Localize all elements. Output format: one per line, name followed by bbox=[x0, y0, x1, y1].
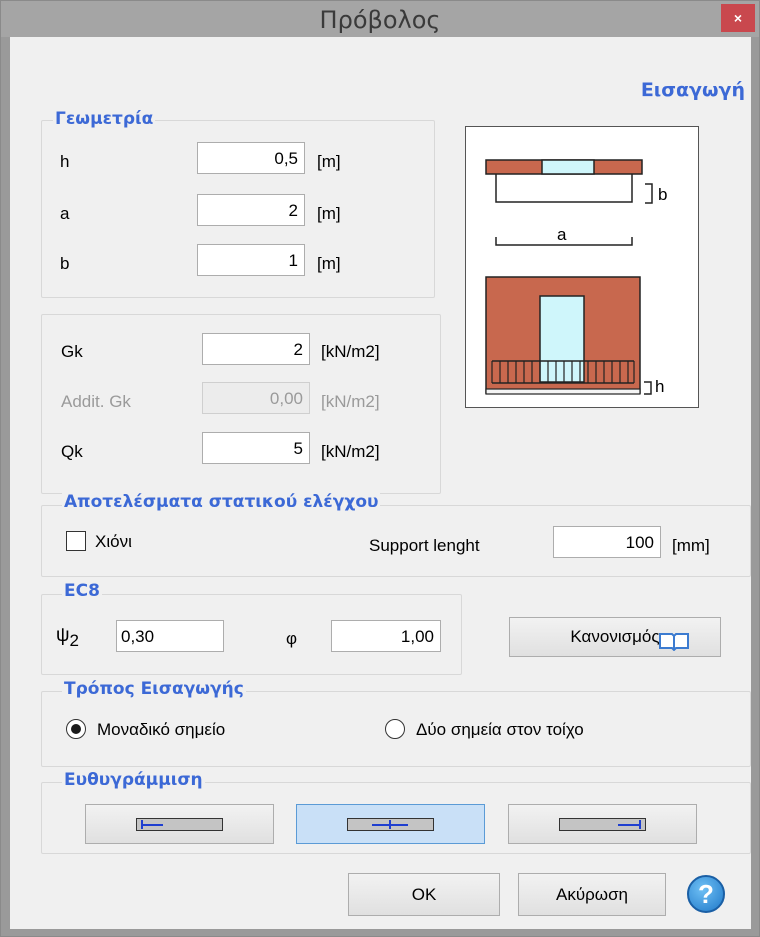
alignment-title: Ευθυγράμμιση bbox=[62, 770, 205, 790]
phi-input[interactable]: 1,00 bbox=[331, 620, 441, 652]
addit-gk-label: Addit. Gk bbox=[61, 392, 131, 411]
qk-unit: [kN/m2] bbox=[321, 442, 380, 461]
a-input[interactable]: 2 bbox=[197, 194, 305, 226]
balcony-diagram: b a h bbox=[465, 126, 699, 408]
addit-gk-unit: [kN/m2] bbox=[321, 392, 380, 411]
qk-input[interactable]: 5 bbox=[202, 432, 310, 464]
title-bar[interactable]: Πρόβολος × bbox=[1, 1, 759, 37]
align-left-button[interactable] bbox=[85, 804, 274, 844]
diagram-b-label: b bbox=[658, 185, 668, 204]
ec8-title: EC8 bbox=[62, 581, 102, 601]
single-point-radio[interactable] bbox=[66, 719, 86, 739]
regulation-button[interactable]: Κανονισμός bbox=[509, 617, 721, 657]
single-point-label: Μοναδικό σημείο bbox=[97, 720, 226, 739]
regulation-button-label: Κανονισμός bbox=[570, 627, 660, 646]
snow-checkbox[interactable] bbox=[66, 531, 86, 551]
a-unit: [m] bbox=[317, 204, 341, 223]
psi-symbol: ψ bbox=[56, 625, 70, 646]
h-label: h bbox=[60, 152, 70, 171]
psi2-label: ψ2 bbox=[56, 625, 79, 651]
phi-label: φ bbox=[286, 629, 298, 648]
close-button[interactable]: × bbox=[721, 4, 755, 32]
diagram-door bbox=[539, 295, 585, 383]
gk-label: Gk bbox=[61, 342, 83, 361]
dialog-window: Πρόβολος × Εισαγωγή Γεωμετρία h 0,5 [m] … bbox=[0, 0, 760, 937]
b-input[interactable]: 1 bbox=[197, 244, 305, 276]
align-right-icon bbox=[559, 818, 646, 831]
gk-unit: [kN/m2] bbox=[321, 342, 380, 361]
gk-input[interactable]: 2 bbox=[202, 333, 310, 365]
a-label: a bbox=[60, 204, 70, 223]
input-mode-title: Τρόπος Εισαγωγής bbox=[62, 679, 246, 699]
insert-header-label: Εισαγωγή bbox=[640, 79, 745, 101]
radio-selected-dot bbox=[71, 724, 81, 734]
b-unit: [m] bbox=[317, 254, 341, 273]
two-points-label: Δύο σημεία στον τοίχο bbox=[416, 720, 584, 739]
support-length-input[interactable]: 100 bbox=[553, 526, 661, 558]
h-input[interactable]: 0,5 bbox=[197, 142, 305, 174]
support-length-unit: [mm] bbox=[672, 536, 710, 555]
diagram-a-label: a bbox=[557, 225, 567, 244]
book-icon bbox=[658, 627, 690, 665]
b-label: b bbox=[60, 254, 70, 273]
diagram-b-bracket bbox=[645, 183, 653, 204]
align-center-icon bbox=[347, 818, 434, 831]
diagram-h-bracket bbox=[644, 381, 652, 395]
qk-label: Qk bbox=[61, 442, 83, 461]
support-length-label: Support lenght bbox=[369, 536, 480, 555]
align-center-button[interactable] bbox=[296, 804, 485, 844]
two-points-radio[interactable] bbox=[385, 719, 405, 739]
psi2-input[interactable]: 0,30 bbox=[116, 620, 224, 652]
help-icon[interactable]: ? bbox=[687, 875, 725, 913]
cancel-button[interactable]: Ακύρωση bbox=[518, 873, 666, 916]
addit-gk-input: 0,00 bbox=[202, 382, 310, 414]
h-unit: [m] bbox=[317, 152, 341, 171]
results-title: Αποτελέσματα στατικού ελέγχου bbox=[62, 492, 381, 512]
psi-subscript: 2 bbox=[69, 630, 80, 650]
geometry-title: Γεωμετρία bbox=[53, 109, 156, 129]
balcony-diagram-svg bbox=[485, 159, 653, 395]
window-title: Πρόβολος bbox=[319, 6, 441, 34]
diagram-slab-outline bbox=[495, 174, 633, 203]
align-right-button[interactable] bbox=[508, 804, 697, 844]
align-left-icon bbox=[136, 818, 223, 831]
ok-button[interactable]: OK bbox=[348, 873, 500, 916]
snow-label: Χιόνι bbox=[95, 532, 132, 551]
diagram-h-label: h bbox=[655, 377, 665, 396]
diagram-slab-edge bbox=[485, 388, 641, 395]
dialog-content: Εισαγωγή Γεωμετρία h 0,5 [m] a 2 [m] b 1… bbox=[10, 37, 751, 929]
diagram-door-top bbox=[541, 159, 595, 175]
